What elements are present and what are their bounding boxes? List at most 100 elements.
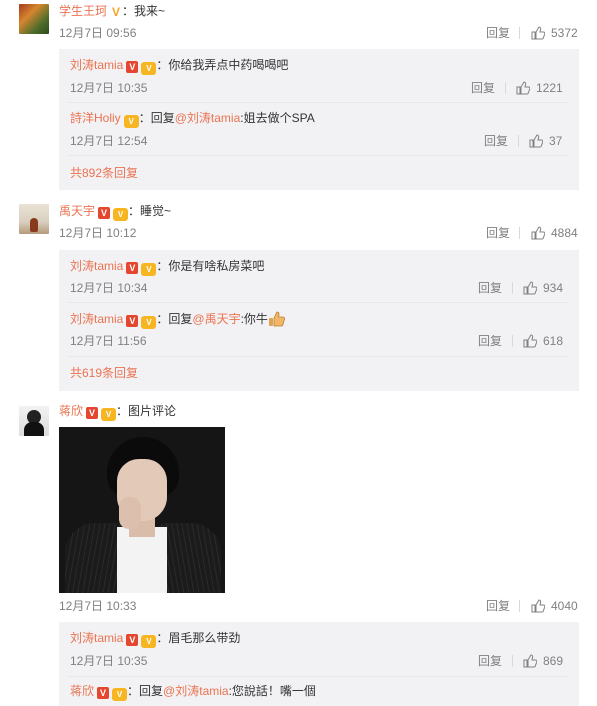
verified-v-icon: V xyxy=(112,5,121,19)
verified-v-icon: V xyxy=(97,687,110,699)
username[interactable]: 学生王珂 xyxy=(59,4,107,18)
reply-text: 你给我弄点中药喝喝吧 xyxy=(168,58,289,72)
like-button[interactable]: 618 xyxy=(523,333,563,349)
like-button[interactable]: 5372 xyxy=(531,25,578,41)
like-button[interactable]: 37 xyxy=(529,133,562,149)
divider xyxy=(505,82,506,94)
username[interactable]: 刘涛tamia xyxy=(70,312,123,326)
reply-text: 你是有啥私房菜吧 xyxy=(168,259,265,273)
like-count: 5372 xyxy=(551,26,578,40)
divider xyxy=(69,155,569,156)
verified-v-icon: V xyxy=(126,262,139,274)
reply-button[interactable]: 回复 xyxy=(471,80,495,96)
colon: ： xyxy=(156,631,169,645)
thumbs-up-icon xyxy=(523,654,537,668)
vip-badge-icon: V xyxy=(123,115,139,128)
reply-time: 12月7日 10:35 xyxy=(70,81,148,95)
like-button[interactable]: 869 xyxy=(523,653,563,669)
avatar[interactable] xyxy=(19,204,49,234)
reply-button[interactable]: 回复 xyxy=(478,280,502,296)
thumbs-up-icon xyxy=(531,599,545,613)
username[interactable]: 蒋欣 xyxy=(59,404,83,418)
username[interactable]: 刘涛tamia xyxy=(70,631,123,645)
verified-v-icon: V xyxy=(126,315,139,327)
thumbs-up-icon xyxy=(531,226,545,240)
like-button[interactable]: 4040 xyxy=(531,598,578,614)
reply-box: 刘涛tamia V V ：你给我弄点中药喝喝吧 12月7日 10:35 回复 1221… xyxy=(59,49,579,190)
comment-line: 禹天宇 V V ：睡觉~ xyxy=(59,203,172,221)
reply-button[interactable]: 回复 xyxy=(478,653,502,669)
reply-box: 刘涛tamia V V ：眉毛那么带劲 12月7日 10:35 回复 869 蒋欣 V V… xyxy=(59,622,579,706)
reply-button[interactable]: 回复 xyxy=(486,25,510,41)
reply-time: 12月7日 11:56 xyxy=(70,334,147,348)
reply-time: 12月7日 12:54 xyxy=(70,134,148,148)
reply-button[interactable]: 回复 xyxy=(484,133,508,149)
reply-text: :您說話！嘴一個 xyxy=(228,684,316,698)
reply-text: 眉毛那么带劲 xyxy=(168,631,241,645)
divider xyxy=(69,102,569,103)
username[interactable]: 蒋欣 xyxy=(70,684,94,698)
vip-badge-icon: V xyxy=(113,208,129,221)
avatar[interactable] xyxy=(19,4,49,34)
vip-badge-icon: V xyxy=(112,688,128,701)
thumbs-up-icon xyxy=(529,134,543,148)
colon: ： xyxy=(127,684,140,698)
thumbs-up-emoji-icon xyxy=(268,311,285,327)
vip-badge-icon: V xyxy=(141,263,157,276)
colon: ： xyxy=(128,204,141,218)
mention-link[interactable]: @刘涛tamia xyxy=(175,111,241,125)
comment-time: 12月7日 10:12 xyxy=(59,226,137,240)
divider xyxy=(519,600,520,612)
reply-box: 刘涛tamia V V ：你是有啥私房菜吧 12月7日 10:34 回复 934 刘涛… xyxy=(59,250,579,391)
avatar[interactable] xyxy=(19,406,49,436)
vip-badge-icon: V xyxy=(141,62,157,75)
divider xyxy=(69,676,569,677)
divider xyxy=(69,356,569,357)
colon: ： xyxy=(156,58,169,72)
reply-line: 蒋欣 V V ：回复@刘涛tamia:您說話！嘴一個 xyxy=(70,683,316,701)
divider xyxy=(69,302,569,303)
comment-image[interactable] xyxy=(59,427,225,593)
mention-link[interactable]: @刘涛tamia xyxy=(163,684,229,698)
reply-button[interactable]: 回复 xyxy=(478,333,502,349)
vip-badge-icon: V xyxy=(141,316,157,329)
reply-prefix: 回复 xyxy=(139,684,164,698)
username[interactable]: 禹天宇 xyxy=(59,204,95,218)
reply-line: 刘涛tamia V V ：眉毛那么带劲 xyxy=(70,630,241,648)
divider xyxy=(512,655,513,667)
divider xyxy=(519,227,520,239)
colon: ： xyxy=(122,4,135,18)
reply-line: 刘涛tamia V V ：你是有啥私房菜吧 xyxy=(70,258,265,276)
username[interactable]: 刘涛tamia xyxy=(70,58,123,72)
username[interactable]: 刘涛tamia xyxy=(70,259,123,273)
like-count: 1221 xyxy=(536,81,563,95)
like-button[interactable]: 4884 xyxy=(531,225,578,241)
thumbs-up-icon xyxy=(531,26,545,40)
comment-text: 图片评论 xyxy=(128,404,177,418)
like-count: 869 xyxy=(543,654,564,668)
divider xyxy=(512,282,513,294)
reply-line: 詩洋Holiy V ：回复@刘涛tamia:姐去做个SPA xyxy=(70,110,315,128)
verified-v-icon: V xyxy=(126,634,139,646)
reply-prefix: 回复 xyxy=(168,312,193,326)
divider xyxy=(518,135,519,147)
more-replies-link[interactable]: 共619条回复 xyxy=(70,365,138,381)
mention-link[interactable]: @禹天宇 xyxy=(192,312,240,326)
colon: ： xyxy=(156,312,169,326)
like-count: 4884 xyxy=(551,226,578,240)
like-count: 37 xyxy=(549,134,563,148)
reply-button[interactable]: 回复 xyxy=(486,225,510,241)
username[interactable]: 詩洋Holiy xyxy=(70,111,121,125)
thumbs-up-icon xyxy=(516,81,530,95)
divider xyxy=(519,27,520,39)
like-button[interactable]: 934 xyxy=(523,280,563,296)
verified-v-icon: V xyxy=(86,407,99,419)
comment-line: 蒋欣 V V ：图片评论 xyxy=(59,403,177,421)
comment-text: 睡觉~ xyxy=(140,204,172,218)
reply-button[interactable]: 回复 xyxy=(486,598,510,614)
like-button[interactable]: 1221 xyxy=(516,80,563,96)
reply-time: 12月7日 10:35 xyxy=(70,654,148,668)
reply-line: 刘涛tamia V V ：回复@禹天宇:你牛 xyxy=(70,311,286,329)
reply-prefix: 回复 xyxy=(150,111,175,125)
more-replies-link[interactable]: 共892条回复 xyxy=(70,165,138,181)
